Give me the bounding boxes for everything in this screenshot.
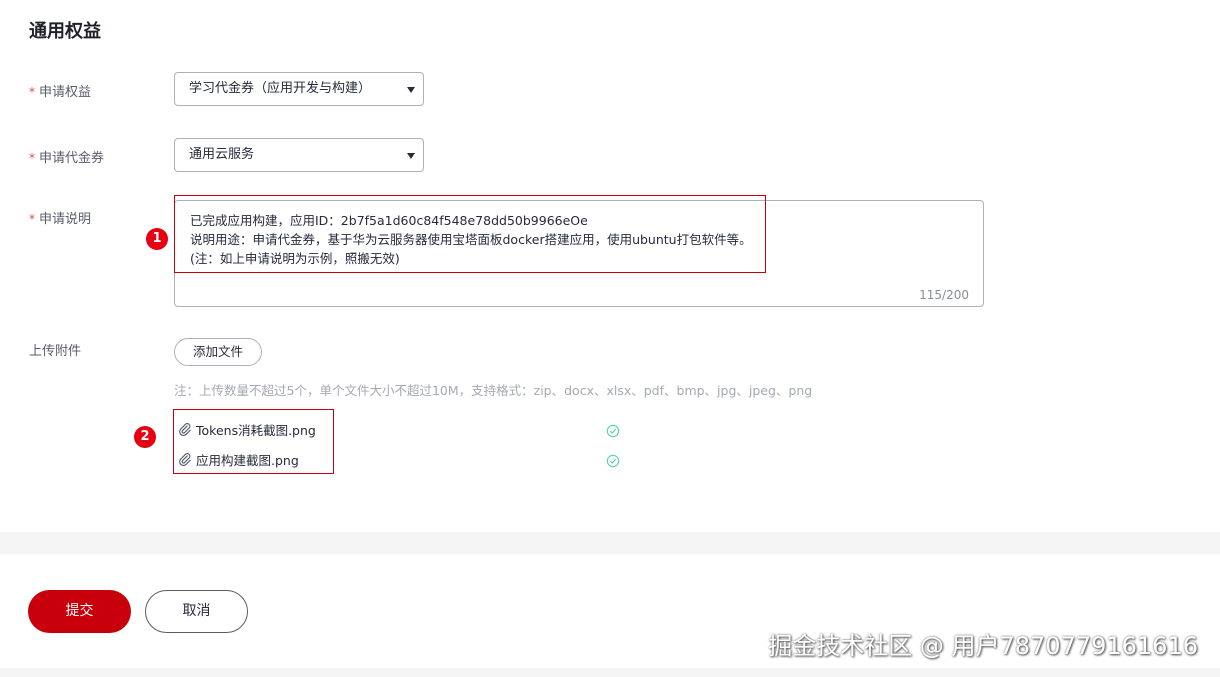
- description-line-1: 已完成应用构建，应用ID：2b7f5a1d60c84f548e78dd50b99…: [190, 213, 588, 228]
- description-label-text: 申请说明: [39, 212, 92, 227]
- voucher-select[interactable]: 通用云服务: [174, 138, 424, 172]
- required-mark: *: [29, 212, 35, 226]
- benefit-label-text: 申请权益: [39, 85, 92, 100]
- section-divider: [0, 532, 1220, 554]
- caret-down-icon: [407, 153, 415, 159]
- character-counter: 115/200: [919, 288, 969, 302]
- benefit-select[interactable]: 学习代金券（应用开发与构建）: [174, 72, 424, 106]
- watermark: 掘金技术社区 @ 用户7870779161616: [768, 632, 1198, 660]
- file-name: Tokens消耗截图.png: [196, 422, 316, 438]
- description-textarea[interactable]: 已完成应用构建，应用ID：2b7f5a1d60c84f548e78dd50b99…: [174, 200, 984, 307]
- benefit-label: * 申请权益: [29, 81, 91, 100]
- description-label: * 申请说明: [29, 208, 91, 227]
- add-file-button[interactable]: 添加文件: [174, 338, 262, 366]
- annotation-badge-1: 1: [146, 228, 168, 250]
- file-item[interactable]: 应用构建截图.png: [178, 449, 299, 469]
- file-name: 应用构建截图.png: [196, 452, 299, 468]
- annotation-badge-2: 2: [134, 426, 156, 448]
- caret-down-icon: [407, 87, 415, 93]
- voucher-label-text: 申请代金券: [39, 151, 105, 166]
- voucher-select-value: 通用云服务: [189, 147, 255, 162]
- upload-success-icon: [606, 424, 620, 438]
- paperclip-icon: [179, 453, 191, 466]
- required-mark: *: [29, 85, 35, 99]
- paperclip-icon: [179, 423, 191, 436]
- cancel-button[interactable]: 取消: [145, 590, 248, 633]
- attachment-label: 上传附件: [29, 344, 82, 359]
- voucher-label: * 申请代金券: [29, 147, 104, 166]
- description-line-3: (注：如上申请说明为示例，照搬无效): [190, 251, 400, 266]
- bottom-band: [0, 668, 1220, 677]
- submit-button[interactable]: 提交: [28, 590, 131, 633]
- description-line-2: 说明用途：申请代金券，基于华为云服务器使用宝塔面板docker搭建应用，使用ub…: [190, 232, 752, 247]
- benefit-select-value: 学习代金券（应用开发与构建）: [189, 81, 372, 96]
- upload-hint: 注：上传数量不超过5个，单个文件大小不超过10M，支持格式：zip、docx、x…: [174, 383, 813, 398]
- upload-success-icon: [606, 454, 620, 468]
- section-title: 通用权益: [29, 21, 101, 42]
- required-mark: *: [29, 151, 35, 165]
- file-item[interactable]: Tokens消耗截图.png: [178, 419, 316, 439]
